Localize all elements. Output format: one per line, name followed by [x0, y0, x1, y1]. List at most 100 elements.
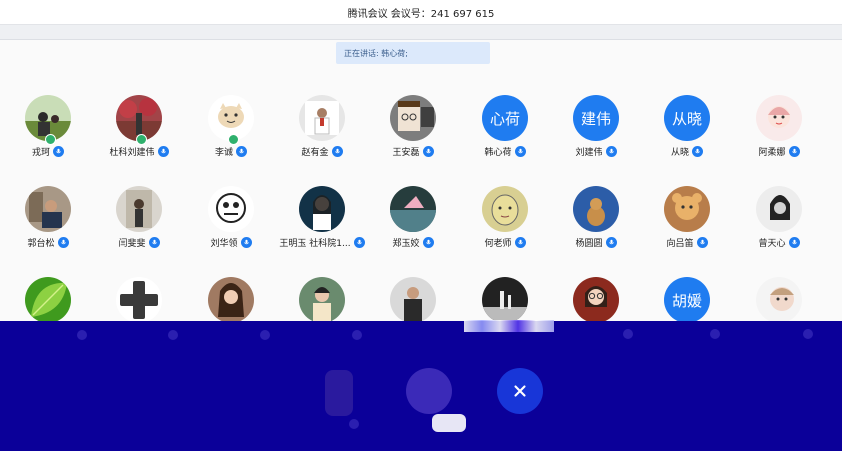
participant-name-row: 赵有金	[277, 145, 367, 158]
participant-avatar: 心荷	[482, 95, 528, 141]
close-icon	[514, 385, 526, 397]
mic-icon[interactable]	[331, 146, 343, 157]
mic-icon[interactable]	[240, 237, 252, 248]
glitch-strip	[464, 320, 554, 332]
participant-name: 郑玉姣	[392, 239, 420, 249]
participant-tile[interactable]: 从晓 从晓	[642, 95, 732, 165]
participant-name: 曾天心	[758, 239, 786, 249]
participant-name: 李诚	[214, 148, 233, 158]
participant-tile[interactable]: 赵有金	[277, 95, 367, 165]
participant-avatar	[756, 186, 802, 232]
overlay-dot	[623, 329, 633, 339]
close-button[interactable]	[497, 368, 543, 414]
participant-name: 戎珂	[31, 148, 50, 158]
participant-avatar	[573, 186, 619, 232]
status-badge	[228, 134, 239, 145]
participant-avatar	[664, 186, 710, 232]
participant-avatar	[482, 277, 528, 323]
participant-tile[interactable]: 建伟 刘建伟	[551, 95, 641, 165]
overlay-dot	[710, 329, 720, 339]
participant-avatar	[573, 277, 619, 323]
participant-avatar	[25, 277, 71, 323]
participant-tile[interactable]: 阿柔娜	[734, 95, 824, 165]
video-button[interactable]	[406, 368, 452, 414]
mic-icon[interactable]	[148, 237, 160, 248]
participant-name: 刘华领	[210, 239, 238, 249]
participant-avatar	[390, 277, 436, 323]
participant-tile[interactable]: 王安磊	[368, 95, 458, 165]
mic-icon[interactable]	[353, 237, 365, 248]
participant-tile[interactable]: 郑玉姣	[368, 186, 458, 256]
participant-avatar: 胡媛	[664, 277, 710, 323]
participant-avatar	[116, 277, 162, 323]
participant-tile[interactable]: 杨圆圆	[551, 186, 641, 256]
participant-avatar	[208, 277, 254, 323]
overlay-dot	[803, 329, 813, 339]
participant-name-row: 曾天心	[734, 236, 824, 249]
window-title: 腾讯会议 会议号：241 697 615	[347, 8, 495, 20]
participant-name-row: 刘华领	[186, 236, 276, 249]
mic-icon[interactable]	[788, 146, 800, 157]
mic-icon[interactable]	[696, 237, 708, 248]
mic-icon[interactable]	[692, 146, 703, 157]
participant-name: 王安磊	[392, 148, 420, 158]
participant-name-row: 闫斐斐	[94, 236, 184, 249]
participant-avatar	[390, 186, 436, 232]
participant-name-row: 刘建伟	[551, 145, 641, 158]
status-badge	[45, 134, 56, 145]
participant-tile[interactable]: 向吕笛	[642, 186, 732, 256]
participant-avatar: 从晓	[664, 95, 710, 141]
participant-name-row: 韩心荷	[460, 145, 550, 158]
participant-name-row: 从晓	[642, 145, 732, 158]
overlay-dot	[168, 330, 178, 340]
participant-name: 王明玉 社科院1...	[279, 239, 351, 249]
participant-name-row: 郑玉姣	[368, 236, 458, 249]
speaking-label: 正在讲话: 韩心荷;	[344, 48, 408, 58]
mute-button[interactable]	[325, 370, 353, 416]
participant-avatar	[756, 95, 802, 141]
participant-tile[interactable]: 刘华领	[186, 186, 276, 256]
participant-tile[interactable]: 何老师	[460, 186, 550, 256]
participant-tile[interactable]: 杜科刘建伟	[94, 95, 184, 165]
participant-name-row: 郭台松	[3, 236, 93, 249]
participant-avatar	[299, 277, 345, 323]
participant-name: 何老师	[484, 239, 512, 249]
mic-icon[interactable]	[514, 146, 526, 157]
participant-name-row: 王安磊	[368, 145, 458, 158]
participant-name-row: 向吕笛	[642, 236, 732, 249]
overlay-dot	[77, 330, 87, 340]
participant-avatar	[756, 277, 802, 323]
participant-tile[interactable]: 闫斐斐	[94, 186, 184, 256]
mic-icon[interactable]	[422, 237, 434, 248]
participant-tile[interactable]: 戎珂	[3, 95, 93, 165]
participant-tile[interactable]: 曾天心	[734, 186, 824, 256]
participant-tile[interactable]: 李诚	[186, 95, 276, 165]
mic-icon[interactable]	[605, 237, 617, 248]
overlay-dot	[260, 330, 270, 340]
participant-avatar	[208, 186, 254, 232]
participant-name-row: 杨圆圆	[551, 236, 641, 249]
mic-icon[interactable]	[53, 146, 64, 157]
participant-name: 郭台松	[27, 239, 55, 249]
leave-button[interactable]	[432, 414, 466, 432]
participant-name-row: 戎珂	[3, 145, 93, 158]
mic-icon[interactable]	[788, 237, 800, 248]
mic-icon[interactable]	[422, 146, 434, 157]
participant-tile[interactable]: 王明玉 社科院1...	[277, 186, 367, 256]
mic-icon[interactable]	[236, 146, 247, 157]
mic-icon[interactable]	[514, 237, 526, 248]
participant-name: 闫斐斐	[118, 239, 146, 249]
mic-icon[interactable]	[157, 146, 169, 157]
participant-name-row: 阿柔娜	[734, 145, 824, 158]
participant-tile[interactable]: 心荷 韩心荷	[460, 95, 550, 165]
participant-name-row: 王明玉 社科院1...	[277, 236, 367, 249]
participant-avatar	[390, 95, 436, 141]
participant-avatar	[299, 95, 345, 141]
participant-tile[interactable]: 郭台松	[3, 186, 93, 256]
mic-icon[interactable]	[605, 146, 617, 157]
participant-name: 刘建伟	[575, 148, 603, 158]
participant-avatar	[25, 186, 71, 232]
mic-icon[interactable]	[57, 237, 69, 248]
participant-name: 杜科刘建伟	[109, 148, 155, 158]
participant-name: 杨圆圆	[575, 239, 603, 249]
